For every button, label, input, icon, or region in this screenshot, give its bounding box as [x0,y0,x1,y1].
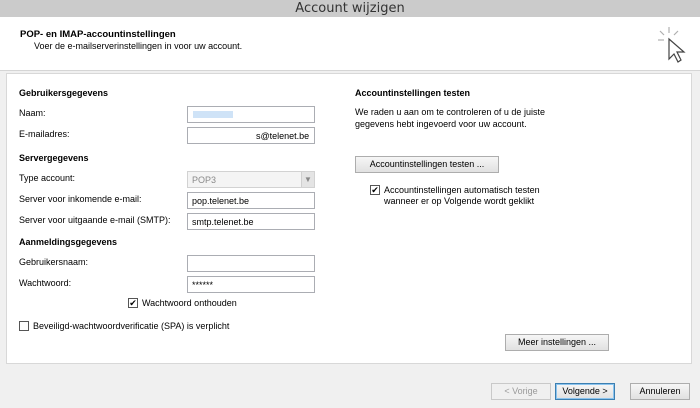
account-type-label: Type account: [19,173,76,183]
email-value: s@telenet.be [256,131,310,141]
user-info-heading: Gebruikersgegevens [19,88,109,98]
password-value: ****** [192,280,214,290]
test-description-line1: We raden u aan om te controleren of u de… [355,107,545,117]
server-info-heading: Servergegevens [19,153,89,163]
login-info-heading: Aanmeldingsgegevens [19,237,118,247]
header-subtitle: Voer de e-mailserverinstellingen in voor… [34,41,243,51]
cursor-click-icon [658,27,686,63]
remember-password-checkbox[interactable]: ✔ [128,298,138,308]
outgoing-server-field[interactable]: smtp.telenet.be [187,213,315,230]
cancel-button[interactable]: Annuleren [630,383,690,400]
header-title: POP- en IMAP-accountinstellingen [20,29,176,40]
username-field[interactable] [187,255,315,272]
name-field[interactable] [187,106,315,123]
incoming-server-field[interactable]: pop.telenet.be [187,192,315,209]
password-label: Wachtwoord: [19,278,72,288]
settings-panel: Gebruikersgegevens Naam: E-mailadres: s@… [6,73,692,364]
test-settings-heading: Accountinstellingen testen [355,88,471,98]
window-title: Account wijzigen [295,1,405,16]
auto-test-label-line2: wanneer er op Volgende wordt geklikt [384,196,535,206]
test-account-settings-button[interactable]: Accountinstellingen testen ... [355,156,499,173]
account-type-select[interactable]: POP3 ▼ [187,171,315,188]
remember-password-label: Wachtwoord onthouden [142,298,237,308]
checkmark-icon: ✔ [129,298,137,308]
more-settings-button[interactable]: Meer instellingen ... [505,334,609,351]
test-description-line2: gegevens hebt ingevoerd voor uw account. [355,119,527,129]
auto-test-checkbox[interactable]: ✔ [370,185,380,195]
incoming-server-label: Server voor inkomende e-mail: [19,194,142,204]
title-bar: Account wijzigen [0,0,700,17]
account-type-value: POP3 [192,175,217,185]
email-label: E-mailadres: [19,129,70,139]
next-button[interactable]: Volgende > [555,383,615,400]
outgoing-server-label: Server voor uitgaande e-mail (SMTP): [19,215,171,225]
incoming-server-value: pop.telenet.be [192,196,250,206]
dialog-header: POP- en IMAP-accountinstellingen Voer de… [0,17,700,71]
redacted-name [193,111,233,118]
email-field[interactable]: s@telenet.be [187,127,315,144]
outgoing-server-value: smtp.telenet.be [192,217,254,227]
chevron-down-icon: ▼ [301,172,314,187]
name-label: Naam: [19,108,46,118]
back-button[interactable]: < Vorige [491,383,551,400]
password-field[interactable]: ****** [187,276,315,293]
spa-checkbox[interactable] [19,321,29,331]
auto-test-label-line1: Accountinstellingen automatisch testen [384,185,540,195]
checkmark-icon: ✔ [371,185,379,195]
spa-label: Beveiligd-wachtwoordverificatie (SPA) is… [33,321,230,331]
username-label: Gebruikersnaam: [19,257,89,267]
